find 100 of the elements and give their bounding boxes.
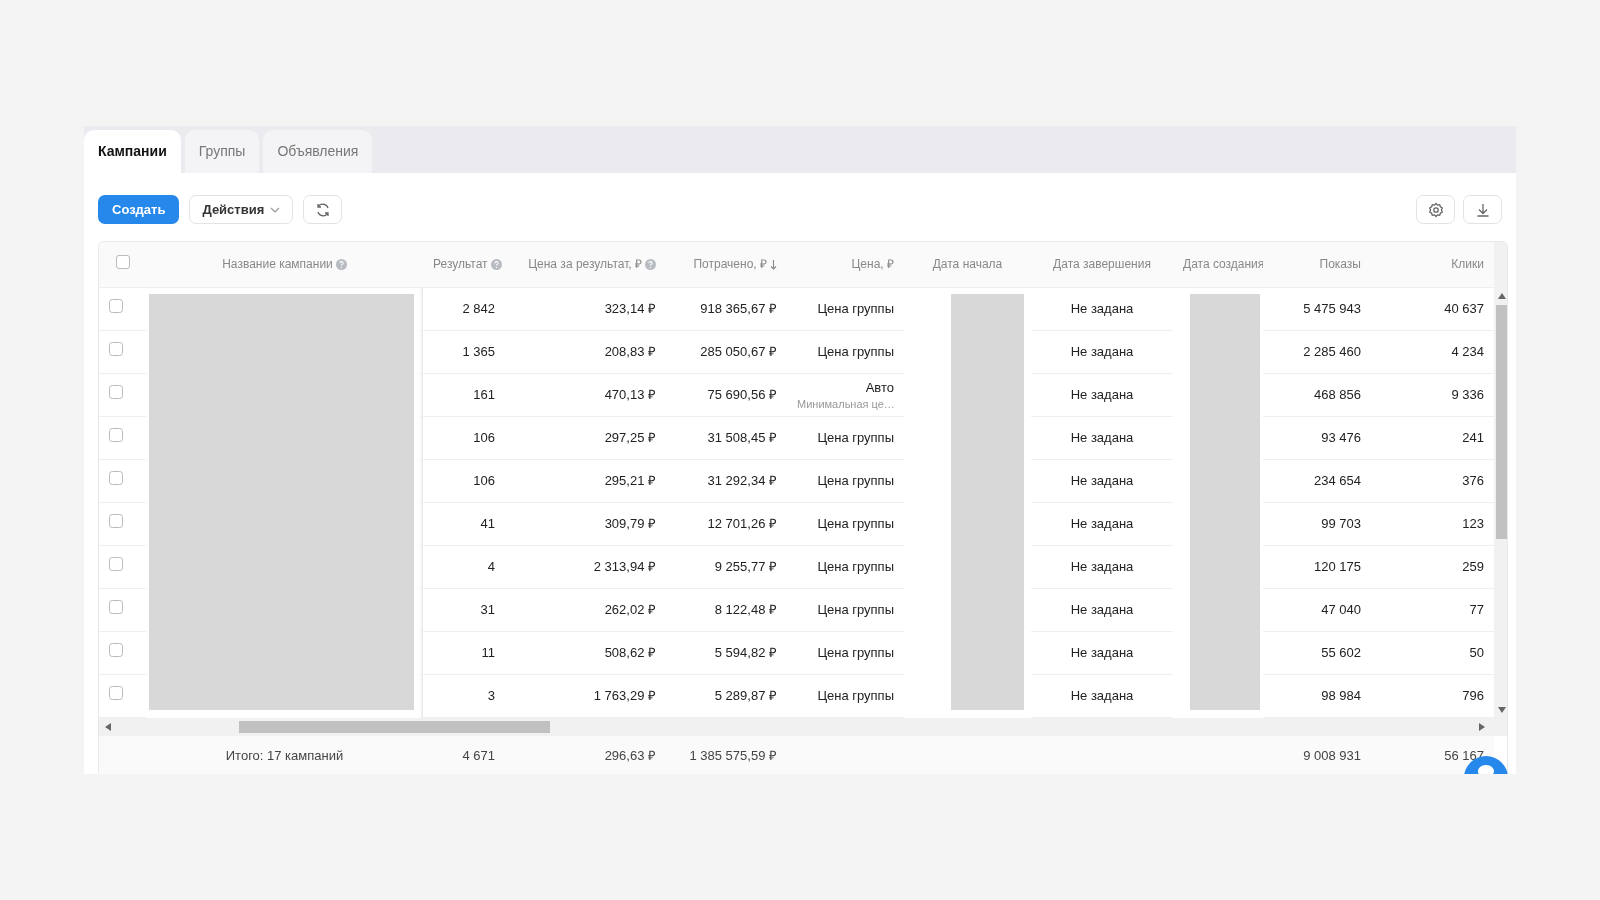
table-cell: Цена группы (817, 473, 894, 489)
column-header[interactable]: Дата начала (932, 257, 1003, 272)
table-cell: Не задана (1070, 559, 1134, 575)
horizontal-scrollbar[interactable] (99, 718, 1507, 736)
table-cell: 468 856 (1314, 387, 1361, 403)
table-cell: Не задана (1070, 301, 1134, 316)
table-cell: 4 (487, 559, 495, 575)
create-button[interactable]: Создать (98, 195, 180, 224)
table-cell: Не задана (1070, 516, 1134, 532)
checkbox[interactable] (109, 342, 123, 357)
table-cell: 1 365 (462, 344, 495, 360)
table-cell: Цена группы (817, 516, 894, 532)
checkbox[interactable] (109, 600, 123, 615)
total-cell: 4 671 (462, 748, 495, 764)
column-header[interactable]: Дата завершения (1053, 257, 1151, 272)
checkbox[interactable] (109, 643, 123, 658)
table-cell: Не задана (1070, 688, 1134, 704)
column-header[interactable]: Показы (1319, 257, 1361, 272)
table-cell: Не задана (1070, 473, 1134, 489)
table-cell: 41 (480, 516, 495, 532)
table-cell: 5 594,82 ₽ (714, 645, 777, 661)
table-cell: 508,62 ₽ (604, 645, 656, 661)
table-cell: 77 (1469, 602, 1484, 618)
table-cell: Цена группы (817, 645, 894, 661)
scroll-up-icon[interactable] (1497, 293, 1506, 299)
help-icon[interactable] (490, 259, 502, 271)
sort-descending-icon[interactable] (770, 260, 777, 271)
checkbox[interactable] (109, 299, 123, 313)
column-header[interactable]: Результат (433, 257, 488, 272)
table-cell: Не задана (1070, 602, 1134, 618)
redacted-block (1190, 674, 1260, 710)
vertical-scrollbar[interactable] (1494, 242, 1507, 718)
refresh-button[interactable] (303, 195, 343, 224)
checkbox[interactable] (109, 686, 123, 701)
chevron-down-icon (270, 206, 281, 213)
table-cell: 1 763,29 ₽ (593, 688, 656, 704)
tab[interactable]: Кампании (84, 130, 181, 173)
table-cell: 241 (1462, 430, 1484, 446)
column-header[interactable]: Потрачено, ₽ (693, 257, 767, 272)
table-cell: 262,02 ₽ (604, 602, 656, 618)
scroll-right-icon[interactable] (1479, 723, 1485, 731)
table-cell: 93 476 (1321, 430, 1361, 446)
checkbox[interactable] (115, 255, 130, 270)
scroll-down-icon[interactable] (1497, 707, 1506, 713)
scroll-left-icon[interactable] (105, 723, 111, 731)
table-cell: 5 289,87 ₽ (714, 688, 777, 704)
table-cell: 12 701,26 ₽ (707, 516, 777, 532)
table-cell: 234 654 (1314, 473, 1361, 489)
table-cell: Минимальная це… (797, 397, 894, 413)
column-header[interactable]: Клики (1451, 257, 1484, 272)
download-button[interactable] (1463, 195, 1502, 224)
checkbox[interactable] (109, 514, 123, 529)
total-cell: Итого: 17 кампаний (225, 748, 344, 764)
checkbox[interactable] (109, 385, 123, 400)
column-header[interactable]: Название кампании (222, 257, 333, 272)
table-cell: 285 050,67 ₽ (700, 344, 777, 360)
table-cell: Не задана (1070, 387, 1134, 403)
table-cell: 2 842 (462, 301, 495, 316)
table-cell: 50 (1469, 645, 1484, 661)
table-cell: 309,79 ₽ (604, 516, 656, 532)
table-cell: 259 (1462, 559, 1484, 575)
table-cell: 2 285 460 (1303, 344, 1361, 360)
table-cell: 123 (1462, 516, 1484, 532)
table-cell: 2 313,94 ₽ (593, 559, 656, 575)
table-cell: Не задана (1070, 430, 1134, 446)
help-icon[interactable] (645, 259, 656, 271)
table-cell: 9 255,77 ₽ (714, 559, 777, 575)
refresh-icon (314, 201, 331, 218)
table-cell: Не задана (1070, 645, 1134, 661)
table-cell: 11 (481, 645, 495, 661)
table-cell: 99 703 (1321, 516, 1361, 532)
table-cell: Цена группы (817, 688, 894, 704)
table-cell: 376 (1462, 473, 1484, 489)
table-cell: 40 637 (1444, 301, 1484, 316)
table-cell: 98 984 (1321, 688, 1361, 704)
actions-dropdown[interactable]: Действия (189, 195, 294, 224)
total-cell: 296,63 ₽ (604, 748, 656, 764)
table-cell: 323,14 ₽ (604, 301, 656, 316)
table-cell: 3 (487, 688, 495, 704)
settings-button[interactable] (1416, 195, 1455, 224)
table-cell: Цена группы (817, 559, 894, 575)
table-cell: 31 292,34 ₽ (707, 473, 777, 489)
column-header[interactable]: Цена, ₽ (851, 257, 894, 272)
table-cell: 9 336 (1451, 387, 1484, 403)
tab[interactable]: Группы (184, 130, 260, 173)
table-cell: 297,25 ₽ (604, 430, 656, 446)
table-cell: Цена группы (817, 430, 894, 446)
help-icon[interactable] (335, 259, 347, 271)
table-cell: Не задана (1070, 344, 1134, 360)
checkbox[interactable] (109, 471, 123, 486)
checkbox[interactable] (109, 557, 123, 572)
tab[interactable]: Объявления (263, 130, 373, 173)
table-cell: 106 (473, 430, 495, 446)
column-header[interactable]: Цена за результат, ₽ (528, 257, 642, 272)
column-header[interactable]: Дата создания (1183, 257, 1263, 272)
table-cell: 796 (1462, 688, 1484, 704)
table-cell: Цена группы (817, 344, 894, 360)
checkbox[interactable] (109, 428, 123, 443)
table-cell: Цена группы (817, 301, 894, 316)
table-cell: 918 365,67 ₽ (700, 301, 777, 316)
